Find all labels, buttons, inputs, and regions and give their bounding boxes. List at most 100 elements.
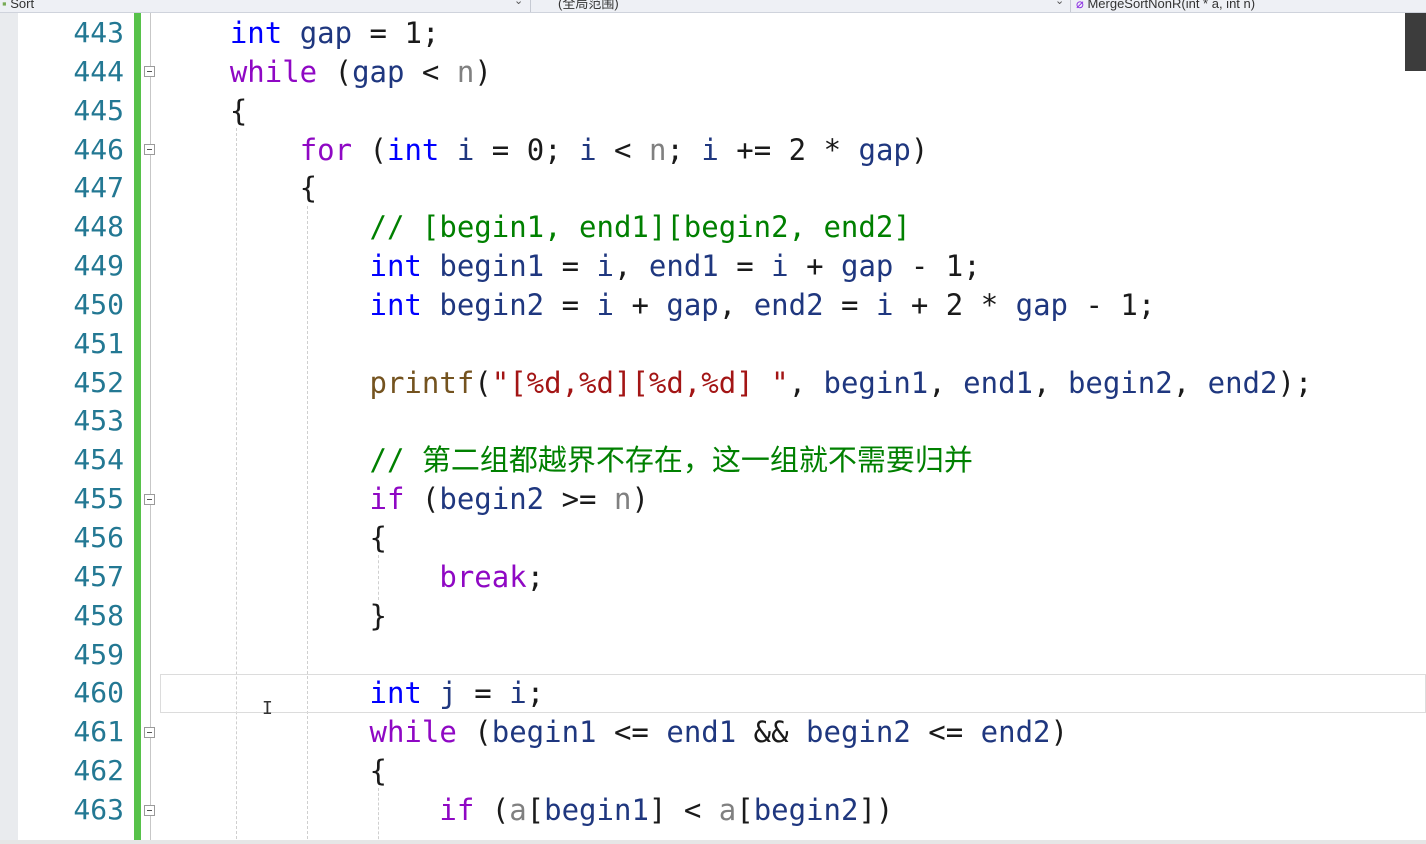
code-line[interactable]: {	[160, 519, 1426, 558]
code-token: (	[317, 54, 353, 89]
code-token: a	[509, 792, 527, 827]
code-token: 第二组都越界不存在，这一组就不需要归并	[421, 443, 973, 478]
code-line[interactable]	[160, 636, 1426, 675]
editor-gutter	[0, 13, 18, 844]
line-number: 460	[73, 676, 124, 710]
code-line[interactable]: {	[160, 92, 1426, 131]
line-number: 444	[73, 54, 124, 88]
code-token: for	[299, 132, 353, 167]
code-token: while	[369, 715, 457, 750]
line-number: 457	[73, 559, 124, 593]
code-token: gap	[841, 249, 894, 284]
code-token: end2	[980, 715, 1051, 750]
code-token: ,	[1033, 365, 1068, 400]
code-line[interactable]: int j = i;	[160, 674, 1426, 714]
code-line[interactable]: break;	[160, 558, 1426, 597]
code-token: if	[369, 482, 405, 517]
code-token: i	[701, 132, 719, 167]
project-dropdown[interactable]: ▪ Sort	[2, 0, 502, 12]
line-number: 443	[73, 16, 124, 49]
scope-dropdown[interactable]: (全局范围)	[558, 0, 1038, 12]
code-line[interactable]: // [begin1, end1][begin2, end2]	[160, 208, 1426, 247]
code-token: +	[788, 249, 842, 284]
code-token: - 1;	[1068, 287, 1156, 322]
code-line[interactable]	[160, 325, 1426, 364]
code-token: (	[456, 715, 492, 750]
collapse-toggle-icon[interactable]	[144, 727, 155, 738]
collapse-toggle-icon[interactable]	[144, 494, 155, 505]
code-token: <	[596, 132, 649, 167]
chevron-down-icon[interactable]: ⌄	[514, 0, 523, 7]
code-line[interactable]: // 第二组都越界不存在，这一组就不需要归并	[160, 441, 1426, 480]
code-line[interactable]: {	[160, 169, 1426, 208]
code-token: }	[160, 598, 387, 633]
code-line[interactable]: printf("[%d,%d][%d,%d] ", begin1, end1, …	[160, 364, 1426, 403]
function-dropdown[interactable]: ⌀ MergeSortNonR(int * a, int n)	[1076, 0, 1396, 12]
text-cursor-icon: I	[262, 698, 273, 719]
code-token: begin1	[823, 365, 929, 400]
code-token: ;	[526, 559, 545, 594]
scope-label: (全局范围)	[558, 0, 619, 11]
code-token: 1	[404, 16, 422, 50]
code-token: break	[439, 559, 527, 594]
code-token: <=	[910, 715, 981, 750]
code-token: =	[544, 287, 597, 322]
code-line[interactable]: while (gap < n)	[160, 53, 1426, 92]
code-line[interactable]: if (a[begin1] < a[begin2])	[160, 791, 1426, 830]
code-token: {	[160, 171, 318, 206]
code-token: i	[596, 287, 614, 322]
line-number: 453	[73, 404, 124, 438]
navigation-bar: ▪ Sort ⌄ (全局范围) ⌄ ⌀ MergeSortNonR(int * …	[0, 0, 1426, 13]
code-token: )	[910, 132, 929, 167]
code-token: end1	[666, 715, 737, 750]
code-token: begin1	[544, 792, 649, 827]
code-token: - 1;	[893, 249, 981, 284]
code-line[interactable]: if (begin2 >= n)	[160, 480, 1426, 519]
code-token: begin2	[753, 792, 859, 827]
code-line[interactable]: {	[160, 752, 1426, 791]
line-number: 447	[73, 171, 124, 205]
code-token: (	[404, 482, 440, 517]
code-token: i	[596, 249, 614, 284]
code-line[interactable]: for (int i = 0; i < n; i += 2 * gap)	[160, 131, 1426, 170]
code-token: i	[579, 132, 597, 167]
code-line[interactable]: int gap = 1;	[160, 14, 1426, 53]
line-number: 446	[73, 132, 124, 166]
code-token: n	[613, 482, 632, 517]
line-numbers: 443 444 445 446 447 448 449 450 451 452 453 454 455 4…	[18, 14, 134, 830]
change-tracking-bar	[134, 13, 141, 844]
code-line[interactable]	[160, 402, 1426, 441]
code-line[interactable]: }	[160, 597, 1426, 636]
code-token: ,	[928, 365, 964, 400]
code-editor[interactable]: int gap = 1; while (gap < n) { for (int …	[160, 14, 1426, 830]
editor-bottom-edge	[0, 840, 1426, 844]
line-number: 454	[73, 443, 124, 477]
code-token: =	[544, 249, 597, 284]
code-token: gap	[858, 132, 911, 167]
collapse-toggle-icon[interactable]	[144, 805, 155, 816]
code-token: ,	[718, 287, 754, 322]
code-token: ,	[614, 249, 649, 284]
code-token: n	[456, 54, 475, 89]
code-line[interactable]: int begin2 = i + gap, end2 = i + 2 * gap…	[160, 286, 1426, 325]
chevron-down-icon[interactable]: ⌄	[1055, 0, 1064, 7]
collapse-toggle-icon[interactable]	[144, 66, 155, 77]
line-number: 452	[73, 365, 124, 399]
code-line[interactable]: int begin1 = i, end1 = i + gap - 1;	[160, 247, 1426, 286]
code-token: );	[1277, 365, 1313, 400]
code-token: if	[439, 792, 475, 827]
code-token: (	[352, 132, 387, 167]
scrollbar-thumb[interactable]	[1405, 13, 1426, 71]
code-token: printf	[369, 365, 475, 400]
code-line[interactable]: while (begin1 <= end1 && begin2 <= end2)	[160, 713, 1426, 752]
collapse-toggle-icon[interactable]	[144, 144, 155, 155]
